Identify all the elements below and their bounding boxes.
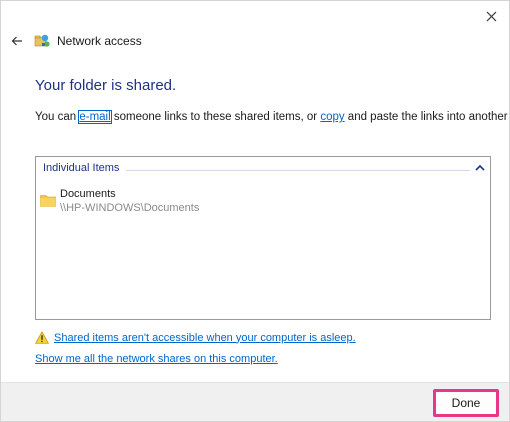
- item-name: Documents: [60, 188, 116, 200]
- page-heading: Your folder is shared.: [35, 77, 177, 94]
- shared-items-list[interactable]: Individual Items Documents \\HP-WINDOWS\…: [35, 156, 491, 320]
- list-item[interactable]: Documents \\HP-WINDOWS\Documents: [40, 187, 199, 215]
- close-icon: [486, 11, 496, 21]
- group-divider: [126, 170, 470, 171]
- asleep-warning-link[interactable]: Shared items aren't accessible when your…: [54, 332, 356, 344]
- copy-link[interactable]: copy: [320, 111, 344, 123]
- warning-icon: [35, 331, 49, 344]
- description-text: You can e-mail someone links to these sh…: [35, 110, 510, 124]
- description-suffix: and paste the links into another app.: [347, 111, 510, 123]
- network-access-dialog: Network access Your folder is shared. Yo…: [0, 0, 510, 422]
- folder-icon: [40, 195, 56, 207]
- show-shares-link[interactable]: Show me all the network shares on this c…: [35, 353, 278, 365]
- close-button[interactable]: [479, 5, 503, 27]
- item-text: Documents \\HP-WINDOWS\Documents: [60, 187, 199, 215]
- back-button[interactable]: [9, 33, 25, 49]
- back-arrow-icon: [11, 36, 22, 46]
- dialog-title: Network access: [57, 34, 142, 48]
- network-share-icon: [34, 34, 50, 47]
- item-path: \\HP-WINDOWS\Documents: [60, 202, 200, 214]
- description-middle: someone links to these shared items, or: [110, 111, 321, 123]
- dialog-header: Network access: [9, 31, 142, 51]
- email-link[interactable]: e-mail: [78, 110, 112, 124]
- sleep-warning: Shared items aren't accessible when your…: [35, 331, 356, 344]
- chevron-up-icon[interactable]: [475, 164, 485, 172]
- dialog-footer: Done: [1, 382, 509, 421]
- show-shares-row: Show me all the network shares on this c…: [35, 353, 278, 365]
- description-prefix: You can: [35, 111, 80, 123]
- done-button[interactable]: Done: [433, 389, 499, 417]
- group-header: Individual Items: [43, 162, 120, 174]
